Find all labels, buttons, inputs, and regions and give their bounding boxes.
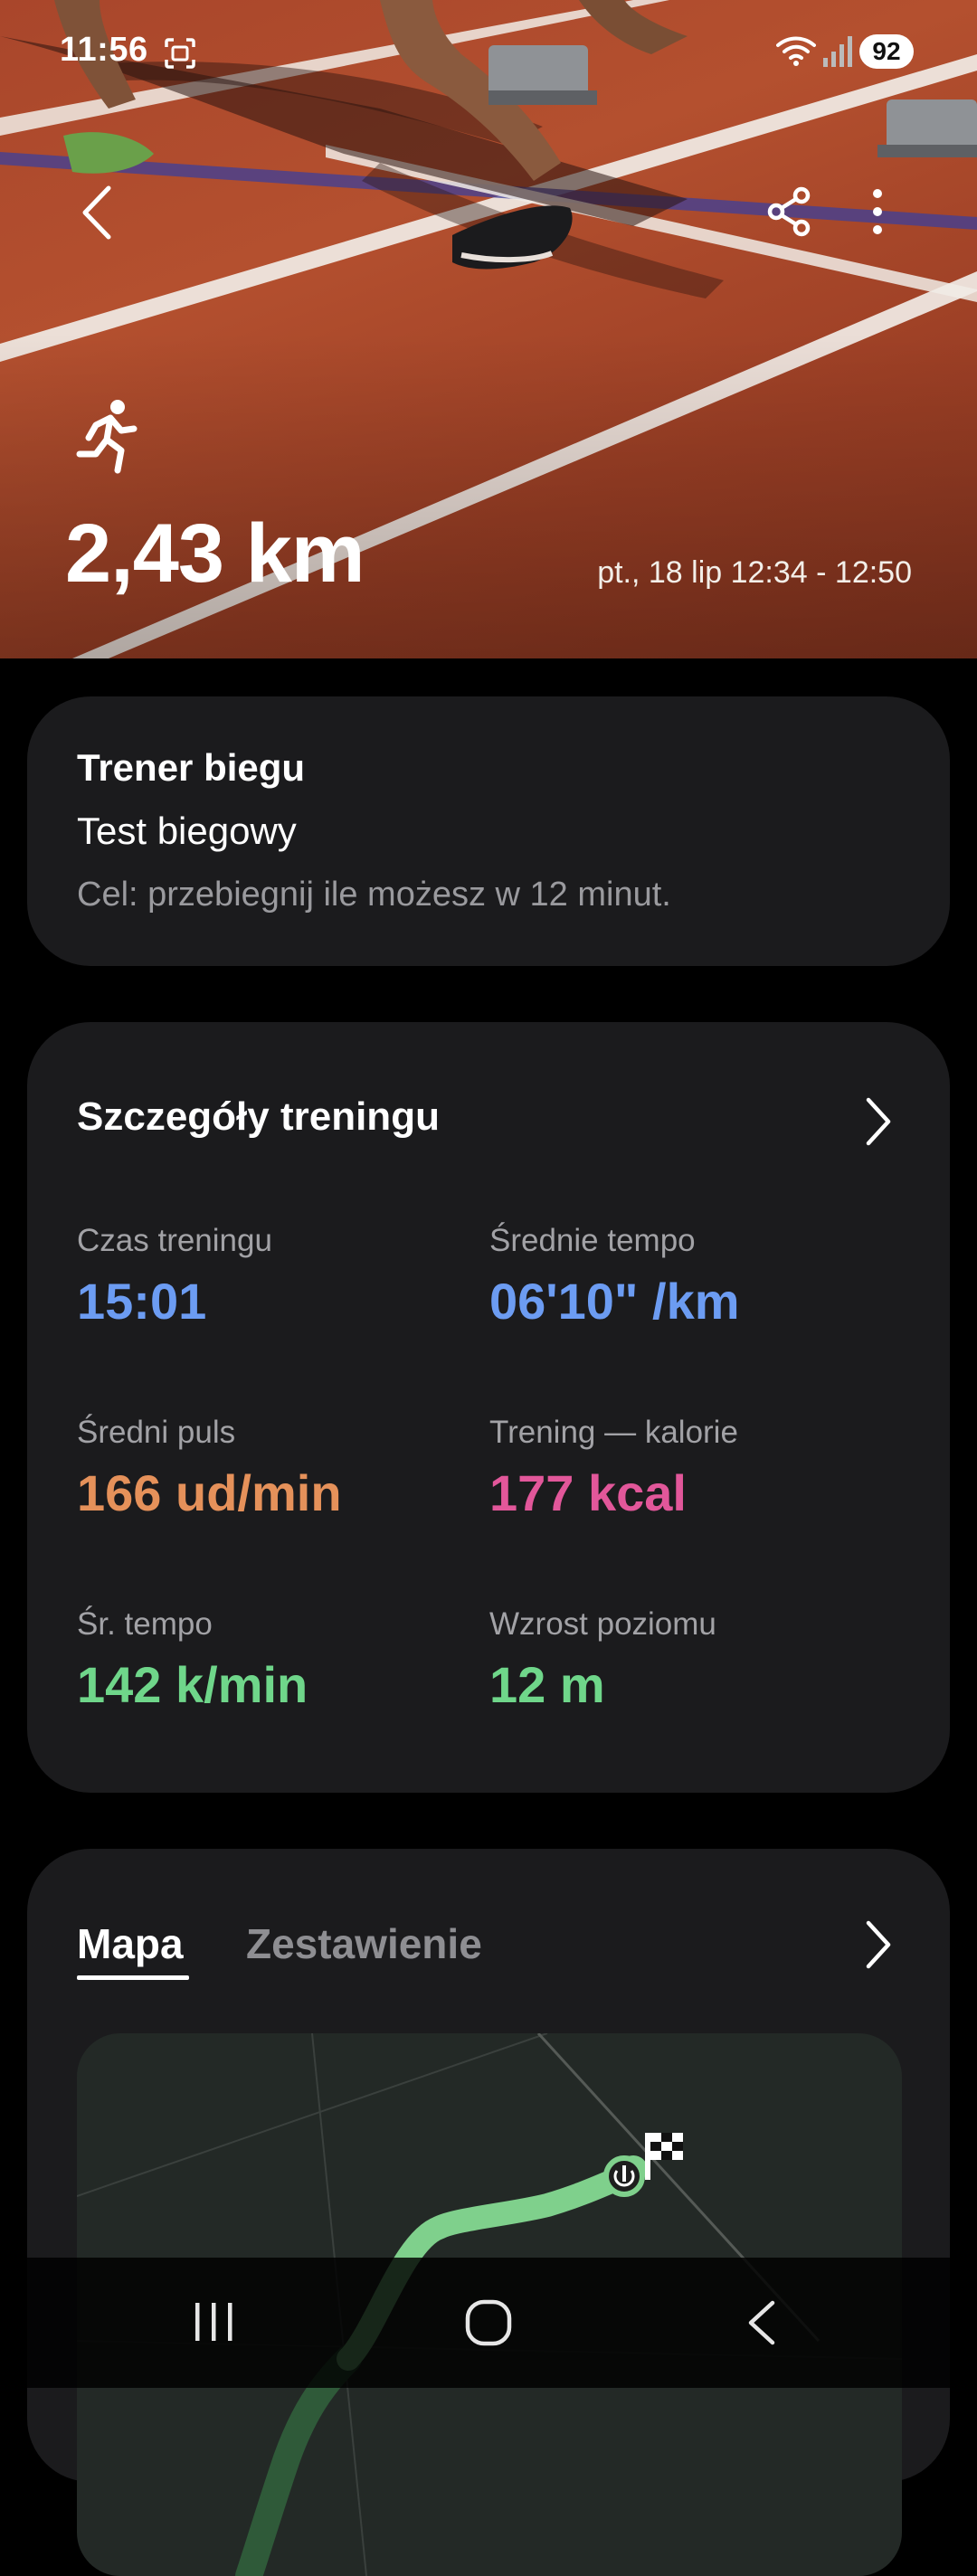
- back-arrow-icon[interactable]: [72, 181, 123, 244]
- stat-value: 142 k/min: [77, 1656, 308, 1713]
- stat-value: 177 kcal: [489, 1464, 687, 1521]
- stat-value: 166 ud/min: [77, 1464, 342, 1521]
- route-line: [235, 2345, 362, 2576]
- stat-value: 12 m: [489, 1656, 605, 1713]
- stat-label: Śr. tempo: [77, 1606, 213, 1642]
- stat-elevation-gain: Wzrost poziomu 12 m: [489, 1606, 869, 1714]
- stat-value: 15:01: [77, 1273, 207, 1330]
- stat-value: 06'10" /km: [489, 1273, 740, 1330]
- more-vertical-icon[interactable]: [859, 186, 896, 237]
- details-title: Szczegóły treningu: [77, 1094, 440, 1139]
- chevron-right-icon[interactable]: [859, 1094, 896, 1149]
- workout-date-range: pt., 18 lip 12:34 - 12:50: [597, 555, 912, 590]
- tab-map[interactable]: Mapa: [77, 1919, 184, 1968]
- coach-program: Test biegowy: [77, 810, 297, 852]
- system-nav-bar: [0, 2258, 977, 2388]
- status-time: 11:56: [60, 31, 148, 69]
- stat-cadence: Śr. tempo 142 k/min: [77, 1606, 457, 1714]
- coach-title: Trener biegu: [77, 746, 306, 789]
- home-icon[interactable]: [463, 2297, 514, 2348]
- share-icon[interactable]: [767, 186, 812, 237]
- stat-avg-pace: Średnie tempo 06'10" /km: [489, 1223, 869, 1331]
- stat-label: Średnie tempo: [489, 1223, 696, 1258]
- hero-shade: [0, 333, 977, 658]
- running-icon: [76, 400, 138, 474]
- stat-label: Trening — kalorie: [489, 1415, 738, 1450]
- recent-apps-icon[interactable]: [192, 2299, 237, 2344]
- distance-value: 2,43 km: [65, 507, 365, 600]
- stat-label: Czas treningu: [77, 1223, 272, 1258]
- signal-icon: [823, 36, 852, 67]
- status-bar: 11:56 92: [0, 0, 977, 104]
- screenshot-icon: [165, 38, 195, 69]
- tab-summary[interactable]: Zestawienie: [246, 1919, 482, 1968]
- battery-icon: 92: [859, 34, 914, 69]
- coach-goal: Cel: przebiegnij ile możesz w 12 minut.: [77, 876, 671, 914]
- tab-active-indicator: [77, 1975, 189, 1980]
- stat-duration: Czas treningu 15:01: [77, 1223, 457, 1331]
- start-icon: [603, 2155, 645, 2197]
- stat-label: Średni puls: [77, 1415, 236, 1450]
- workout-details-card: Szczegóły treningu Czas treningu 15:01 Ś…: [27, 1022, 950, 1793]
- running-coach-card[interactable]: Trener biegu Test biegowy Cel: przebiegn…: [27, 696, 950, 966]
- back-icon[interactable]: [742, 2299, 782, 2346]
- stat-label: Wzrost poziomu: [489, 1606, 716, 1642]
- stat-calories: Trening — kalorie 177 kcal: [489, 1415, 869, 1522]
- wifi-icon: [776, 36, 816, 66]
- chevron-right-icon[interactable]: [859, 1918, 896, 1972]
- stat-avg-heart-rate: Średni puls 166 ud/min: [77, 1415, 457, 1522]
